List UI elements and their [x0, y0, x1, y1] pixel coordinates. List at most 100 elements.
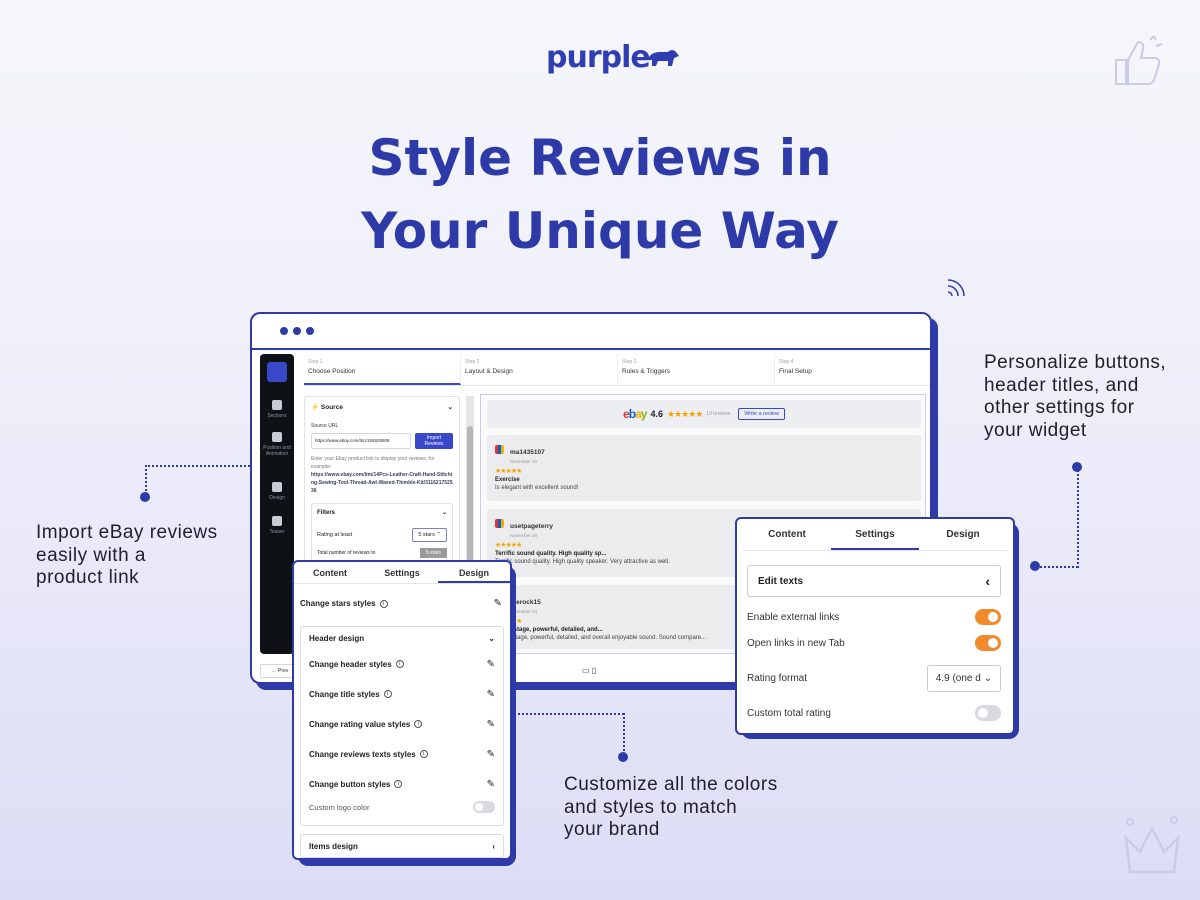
review-stars: ★★★★★	[495, 468, 522, 475]
info-icon: i	[383, 690, 392, 699]
headline: Style Reviews in Your Unique Way	[0, 122, 1200, 268]
custom-logo-label: Custom logo color	[309, 802, 370, 812]
rating-format-value: 4.9 (one d	[935, 672, 981, 684]
window-titlebar	[252, 314, 930, 350]
connector	[1077, 470, 1079, 568]
custom-total-toggle[interactable]	[975, 705, 1001, 721]
source-title: Source	[320, 404, 343, 411]
sidebar: Sections Position and Animation Design Te…	[260, 354, 294, 654]
items-design-label: Items design	[309, 841, 358, 851]
mobile-icon[interactable]: ▯	[592, 666, 596, 675]
style-row[interactable]: Change button styles i ✎	[309, 769, 495, 799]
style-row[interactable]: Change title styles i ✎	[309, 679, 495, 709]
style-row[interactable]: Change header styles i ✎	[309, 649, 495, 679]
tab-settings[interactable]: Settings	[366, 562, 438, 583]
info-icon: i	[395, 660, 404, 669]
rating-format-label: Rating format	[747, 672, 808, 684]
edit-icon[interactable]: ✎	[487, 749, 495, 760]
step-number: Step 1	[308, 359, 323, 365]
edit-icon[interactable]: ✎	[487, 689, 495, 700]
edit-icon[interactable]: ✎	[487, 779, 495, 790]
tab-content[interactable]: Content	[743, 519, 831, 550]
scrollbar-thumb[interactable]	[467, 426, 473, 576]
custom-total-label: Custom total rating	[747, 707, 831, 719]
sidebar-item-sections[interactable]: Sections	[260, 400, 294, 419]
source-url-input[interactable]: https://www.ebay.com/itm/155928508	[311, 433, 411, 449]
review-count: 19 reviews	[706, 411, 731, 417]
source-example-link[interactable]: https://www.ebay.com/itm/14Pcs-Leather-C…	[311, 471, 453, 495]
filters-header[interactable]: Filters ⌄	[317, 509, 447, 517]
review-card: ma1435107 December 10 ★★★★★ Exercise Is …	[487, 435, 921, 501]
chevron-down-icon: ⌄	[447, 404, 453, 411]
tab-design[interactable]: Design	[438, 562, 510, 583]
headline-line-1: Style Reviews in	[368, 129, 832, 187]
source-help-text: Enter your Ebay product link to display …	[311, 456, 435, 470]
write-review-button[interactable]: Write a review	[738, 408, 785, 420]
step-4[interactable]: Step 4 Final Setup	[775, 354, 930, 385]
edit-icon[interactable]: ✎	[494, 598, 502, 609]
rating-option[interactable]: 5 stars	[419, 548, 447, 558]
purple-logo: purple	[546, 40, 680, 75]
rating-format-select[interactable]: 4.9 (one d ⌄	[926, 664, 1001, 692]
total-label: Total number of reviews to	[317, 550, 376, 556]
step-1[interactable]: Step 1 Choose Position	[304, 354, 461, 385]
external-links-toggle[interactable]	[975, 609, 1001, 625]
header-design-card: Header design ⌄ Change header styles i ✎ Ch…	[300, 626, 504, 826]
edit-texts-row[interactable]: Edit texts ‹	[747, 565, 1001, 597]
sidebar-item-teaser[interactable]: Teaser	[260, 516, 294, 535]
caption-line: Customize all the colors	[564, 774, 778, 795]
rating-label: Rating at least	[317, 532, 353, 538]
signal-icon	[947, 279, 965, 297]
layers-icon	[272, 432, 282, 442]
stars-styles-row[interactable]: Change stars styles i ✎	[294, 584, 510, 609]
grid-icon	[272, 400, 282, 410]
custom-logo-toggle[interactable]	[473, 801, 495, 813]
rating-row: Rating at least 5 stars ⌃	[317, 528, 447, 542]
items-design-row[interactable]: Items design ‹	[300, 834, 504, 858]
reviewer-name: ma1435107	[510, 449, 545, 456]
chevron-down-icon: ⌄	[488, 633, 495, 643]
ebay-logo: ebay	[623, 407, 647, 421]
sidebar-item-position[interactable]: Position and Animation	[260, 432, 294, 457]
window-dot	[280, 327, 288, 335]
stars-styles-label: Change stars styles	[300, 599, 376, 608]
sidebar-label: Animation	[265, 451, 289, 457]
caption-import: Import eBay reviews easily with a produc…	[36, 522, 218, 590]
caption-line: other settings for	[984, 397, 1135, 418]
megaphone-icon	[272, 516, 282, 526]
rating-select[interactable]: 5 stars ⌃	[412, 528, 447, 542]
chevron-left-icon: ‹	[492, 841, 495, 851]
style-row[interactable]: Change rating value styles i ✎	[309, 709, 495, 739]
tab-settings[interactable]: Settings	[831, 519, 919, 550]
tab-content[interactable]: Content	[294, 562, 366, 583]
bear-icon	[647, 49, 679, 66]
external-links-row: Enable external links	[747, 607, 1001, 627]
new-tab-label: Open links in new Tab	[747, 637, 845, 649]
avatar	[495, 445, 504, 455]
new-tab-row: Open links in new Tab	[747, 633, 1001, 653]
header-design-row[interactable]: Header design ⌄	[309, 627, 495, 649]
desktop-icon[interactable]: ▭	[582, 666, 590, 675]
step-3[interactable]: Step 3 Rules & Triggers	[618, 354, 775, 385]
info-icon: i	[419, 750, 428, 759]
source-header[interactable]: ⚡ Source ⌄	[311, 403, 453, 411]
style-row[interactable]: Change reviews texts styles i ✎	[309, 739, 495, 769]
edit-icon[interactable]: ✎	[487, 719, 495, 730]
step-2[interactable]: Step 2 Layout & Design	[461, 354, 618, 385]
sidebar-item-design[interactable]: Design	[260, 482, 294, 501]
window-dot	[293, 327, 301, 335]
caption-line: your brand	[564, 819, 660, 840]
logo-text: purple	[546, 40, 651, 75]
info-icon: i	[414, 720, 423, 729]
import-reviews-button[interactable]: Import Reviews	[415, 433, 453, 449]
headline-line-2: Your Unique Way	[361, 202, 839, 260]
edit-icon[interactable]: ✎	[487, 659, 495, 670]
tab-design[interactable]: Design	[919, 519, 1007, 550]
caption-customize: Customize all the colors and styles to m…	[564, 774, 778, 842]
new-tab-toggle[interactable]	[975, 635, 1001, 651]
style-label: Change reviews texts styles	[309, 749, 416, 759]
plug-icon: ⚡	[311, 404, 320, 411]
connector-dot	[140, 492, 150, 502]
style-label: Change title styles	[309, 689, 380, 699]
step-title: Final Setup	[779, 368, 812, 375]
